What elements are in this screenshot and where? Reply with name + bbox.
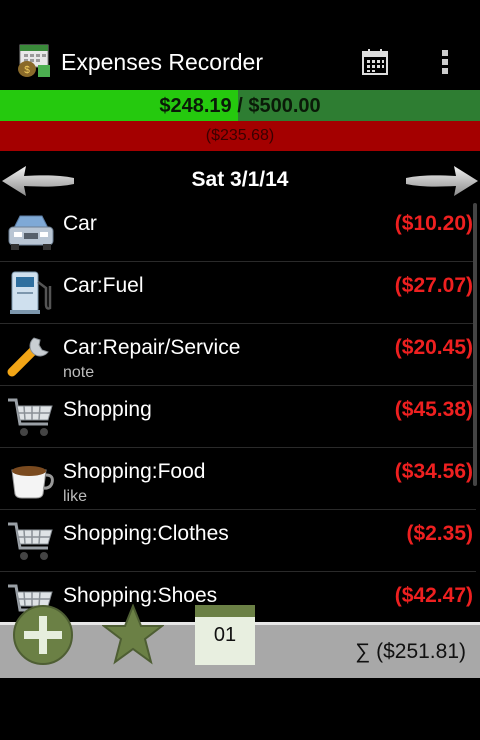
budget-limit: $500.00 [248,95,321,117]
expense-note: like [63,488,88,505]
cart-icon [6,392,56,440]
list-item[interactable]: Car ($10.20) [0,200,476,262]
more-vert-icon [442,50,448,74]
expense-amount: ($42.47) [394,584,473,607]
expense-amount: ($20.45) [394,336,473,359]
expense-category: Shopping:Clothes [63,522,229,545]
list-scrollbar[interactable] [473,203,477,486]
expense-amount: ($45.38) [394,398,473,421]
expense-category: Car [63,212,97,235]
expense-amount: ($2.35) [406,522,473,545]
list-item[interactable]: Shopping:Clothes ($2.35) [0,510,476,572]
app-title: Expenses Recorder [61,49,263,75]
wrench-icon [6,330,56,378]
cart-icon [6,516,56,564]
add-expense-button[interactable] [12,604,74,666]
list-item[interactable]: Shopping:Food ($34.56) like [0,448,476,510]
budget-summary: $248.19 / $500.00 [0,90,480,121]
budget-spent: $248.19 [159,95,232,117]
favorites-button[interactable] [101,603,165,666]
expense-amount: ($34.56) [394,460,473,483]
date-navigator: Sat 3/1/14 [0,160,480,200]
coffee-cup-icon [6,454,56,502]
day-number: 01 [213,624,237,646]
budget-remaining: ($235.68) [205,127,275,144]
expense-amount: ($10.20) [394,212,473,235]
expense-category: Shopping:Food [63,460,206,483]
car-icon [6,206,56,254]
expense-category: Shopping [63,398,152,421]
expense-category: Car:Fuel [63,274,144,297]
list-item[interactable]: Shopping ($45.38) [0,386,476,448]
list-item[interactable]: Car:Fuel ($27.07) [0,262,476,324]
star-icon [101,603,165,665]
action-bar: $ Expenses Recorder [0,33,480,89]
expense-category: Car:Repair/Service [63,336,241,359]
calendar-icon [362,49,388,75]
expense-list: Car ($10.20) Car:Fuel ($27.07) Car:Repai… [0,200,480,622]
app-logo-icon: $ [16,43,52,79]
day-picker-button[interactable]: 01 [195,605,255,665]
calendar-button[interactable] [356,43,394,81]
budget-separator: / [231,95,249,117]
total-sum: ∑ ($251.81) [355,640,466,663]
next-day-button[interactable] [404,164,480,198]
plus-icon [13,605,73,665]
fuel-pump-icon [6,268,56,316]
budget-remaining-bar: ($235.68) [0,121,480,151]
expense-amount: ($27.07) [394,274,473,297]
list-item[interactable]: Car:Repair/Service ($20.45) note [0,324,476,386]
budget-progress-bar: $248.19 / $500.00 [0,90,480,121]
arrow-right-icon [406,166,478,196]
status-bar [0,0,480,33]
overflow-menu-button[interactable] [428,43,462,81]
svg-text:$: $ [24,65,30,76]
expense-note: note [63,364,95,381]
